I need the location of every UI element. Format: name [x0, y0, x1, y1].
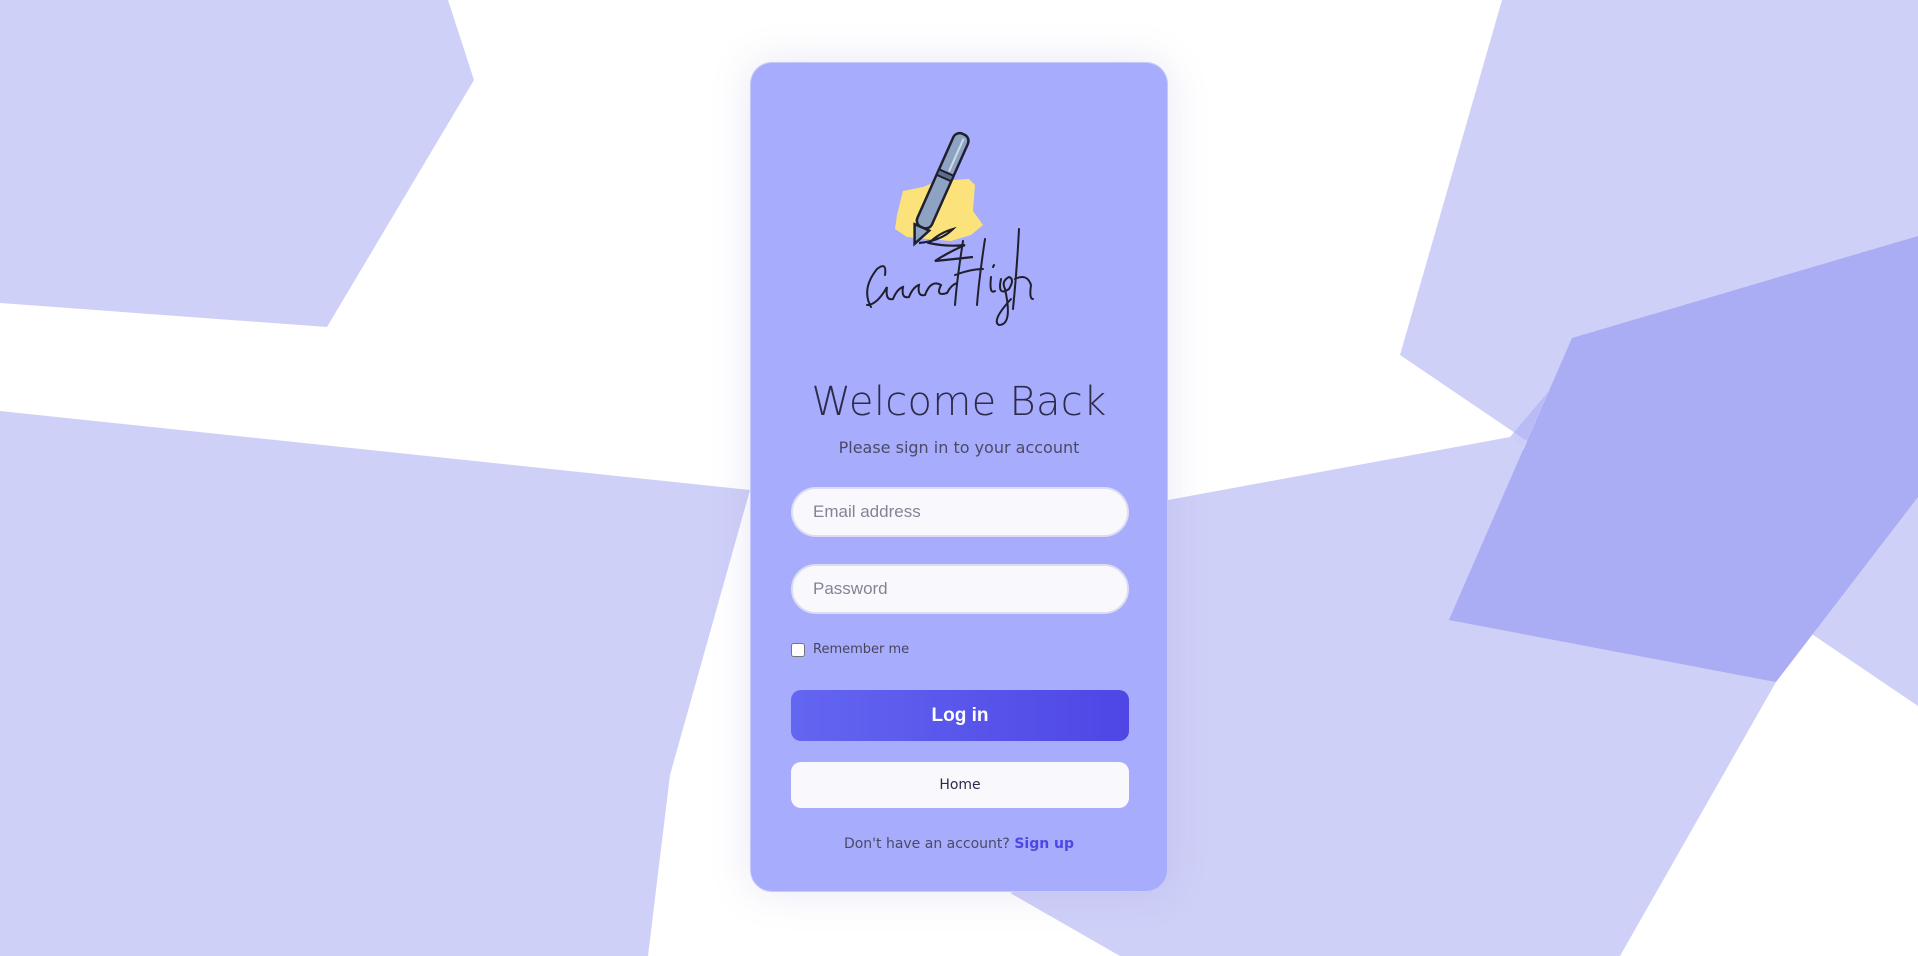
bg-shape-bottom-left [0, 411, 750, 956]
signup-prompt: Don't have an account? Sign up [751, 836, 1167, 852]
bg-shape-top-left [0, 0, 474, 327]
remember-me[interactable]: Remember me [791, 642, 909, 657]
page-title: Welcome Back [811, 379, 1107, 425]
password-field[interactable] [791, 564, 1129, 614]
page-subtitle: Please sign in to your account [838, 438, 1080, 457]
login-card: Welcome Back Please sign in to your acco… [750, 62, 1168, 892]
signup-link[interactable]: Sign up [1014, 836, 1074, 852]
remember-me-label: Remember me [813, 642, 910, 657]
remember-me-checkbox[interactable] [791, 642, 805, 657]
home-button[interactable]: Home [791, 762, 1129, 808]
login-button[interactable]: Log in [791, 690, 1129, 741]
signup-prompt-text: Don't have an account? [843, 836, 1010, 852]
email-field[interactable] [791, 487, 1129, 537]
pen-signature-logo [866, 131, 1034, 327]
